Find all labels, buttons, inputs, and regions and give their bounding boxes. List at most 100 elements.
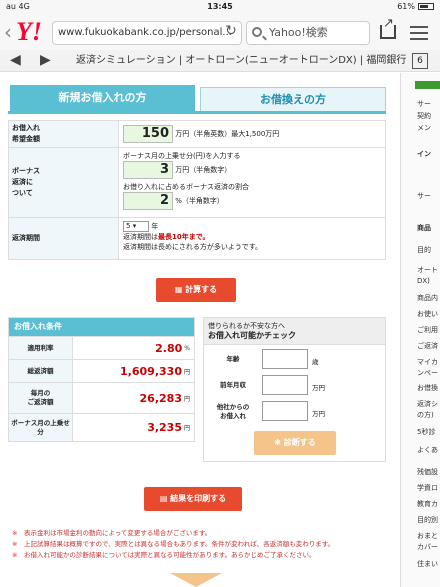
calculate-label: 計算する — [185, 285, 218, 294]
sidebar-item[interactable]: オート — [401, 265, 438, 276]
check-header: 借りられるか不安な方へ お借入れ可能かチェック — [204, 318, 385, 345]
tab-refinance[interactable]: お借換えの方 — [200, 87, 386, 111]
clock: 13:45 — [207, 2, 233, 11]
tabs-button[interactable]: 6 — [412, 53, 428, 69]
result-unit: 円 — [183, 368, 190, 376]
printer-icon: ▤ — [159, 494, 171, 503]
print-button[interactable]: ▤ 結果を印刷する — [144, 487, 242, 511]
bonus-amount-input[interactable]: 3 — [123, 161, 173, 179]
result-value: 3,235 — [147, 421, 182, 434]
tab-underline — [8, 111, 386, 114]
period-select[interactable]: 5 ▾ — [123, 221, 149, 232]
sidebar-item[interactable]: サー — [401, 99, 431, 110]
print-label: 結果を印刷する — [170, 494, 227, 503]
period-label: 返済期間 — [9, 218, 119, 259]
bonus-unit-1: 万円（半角数字） — [175, 166, 232, 174]
tab-new-loan[interactable]: 新規お借入れの方 — [10, 85, 195, 111]
sidebar-item[interactable]: マイカ — [401, 357, 438, 368]
reload-icon[interactable]: ↻ — [222, 20, 240, 42]
age-input[interactable] — [262, 349, 308, 369]
result-value: 2.80 — [155, 341, 183, 355]
nav-back-icon[interactable]: ◀ — [10, 51, 21, 69]
calculate-button[interactable]: ▦ 計算する — [156, 278, 236, 302]
url-bar[interactable]: www.fukuokabank.co.jp/personal... — [52, 21, 242, 45]
period-unit: 年 — [151, 222, 159, 231]
scroll-down-chevron-icon[interactable] — [170, 573, 222, 587]
calculator-icon: ▦ — [174, 285, 186, 294]
search-placeholder: Yahoo!検索 — [269, 26, 328, 39]
sidebar-item[interactable]: 5秒診 — [401, 427, 435, 438]
sidebar-item[interactable]: サー — [401, 191, 431, 202]
sidebar-item[interactable]: の方) — [401, 410, 434, 421]
other-loan-input[interactable] — [262, 401, 308, 421]
amount-unit: 万円（半角英数）最大1,500万円 — [175, 130, 280, 138]
result-unit: % — [184, 344, 190, 352]
bonus-desc-1: ボーナス月の上乗せ分(円)を入力する — [123, 152, 241, 160]
bonus-row: ボーナス 返済に ついて ボーナス月の上乗せ分(円)を入力する 3 万円（半角数… — [9, 148, 385, 218]
diagnose-button[interactable]: ✱ 診断する — [254, 431, 336, 455]
disclaimer-notes: ※ 表示金利は市場金利の動向によって変更する場合がございます。 ※ 上記試算結果… — [12, 528, 392, 561]
battery-percent: 61% — [397, 2, 415, 11]
sidebar-item[interactable]: 学資ロ — [401, 483, 438, 494]
simulation-form: お借入れ 希望金額 150 万円（半角英数）最大1,500万円 ボーナス 返済に… — [8, 120, 386, 260]
period-select-value: 5 — [126, 222, 131, 230]
check-title: お借入れ可能かチェック — [208, 331, 296, 340]
gear-icon: ✱ — [274, 438, 284, 447]
income-label: 前年月収 — [220, 381, 246, 389]
sidebar-item[interactable]: 住まい — [401, 559, 438, 570]
note-line: ※ 上記試算結果は概算ですので、実際とは異なる場合もあります。条件が変われば、各… — [12, 540, 335, 548]
sidebar-item[interactable]: DX) — [401, 276, 430, 287]
result-row: ボーナス月の上乗せ分 3,235 円 — [9, 413, 194, 441]
sidebar-item[interactable]: おまと — [401, 531, 438, 542]
page-title: 返済シミュレーション | オートローン(ニューオートローンDX) | 福岡銀行 — [76, 55, 407, 66]
sidebar-item[interactable]: 返済シ — [401, 399, 438, 410]
sidebar-item[interactable]: ンペー — [401, 368, 438, 379]
sidebar-item[interactable]: 残価設 — [401, 467, 438, 478]
note-line: ※ 表示金利は市場金利の動向によって変更する場合がございます。 — [12, 529, 212, 537]
result-label: 毎月の ご返済額 — [9, 383, 73, 413]
period-row: 返済期間 5 ▾ 年 返済期間は最長10年まで。 返済期間は長めにされる方が多い… — [9, 218, 385, 259]
sidebar-item[interactable]: 目的 — [401, 245, 431, 256]
nav-bar: ◀ ▶ 返済シミュレーション | オートローン(ニューオートローンDX) | 福… — [0, 50, 440, 72]
result-row: 適用利率 2.80% — [9, 336, 194, 359]
yahoo-logo[interactable]: Y! — [16, 18, 42, 46]
menu-icon[interactable] — [410, 26, 428, 44]
sidebar-item[interactable]: お借換 — [401, 383, 438, 394]
sidebar-item[interactable]: ご返済 — [401, 341, 438, 352]
result-label: ボーナス月の上乗せ分 — [9, 414, 73, 441]
sidebar-item[interactable]: メン — [401, 123, 431, 134]
result-unit: 円 — [183, 425, 190, 432]
other-loan-label: 他社からの お借入れ — [216, 403, 250, 420]
back-chevron-icon[interactable]: ‹ — [4, 20, 12, 44]
share-icon[interactable] — [380, 16, 396, 39]
check-subtitle: 借りられるか不安な方へ — [208, 322, 285, 330]
sidebar-item[interactable]: 目的別 — [401, 515, 438, 526]
note-line: ※ お借入れ可能かの診断結果については実際と異なる可能性があります。あらかじめご… — [12, 551, 316, 559]
other-loan-row: 他社からの お借入れ 万円 — [204, 401, 387, 425]
sidebar-item[interactable]: カバー — [401, 542, 438, 553]
sidebar-item[interactable]: ご利用 — [401, 325, 438, 336]
battery: 61% — [397, 0, 434, 14]
search-input[interactable]: Yahoo!検索 — [246, 21, 370, 45]
sidebar-item[interactable]: 商品 — [401, 223, 431, 234]
results-header: お借入れ条件 — [9, 318, 194, 336]
nav-forward-icon[interactable]: ▶ — [40, 51, 51, 69]
sidebar-item[interactable]: 契約 — [401, 111, 431, 122]
income-row: 前年月収 万円 — [204, 375, 387, 399]
sidebar-green-bar — [415, 81, 440, 89]
sidebar-item[interactable]: イン — [401, 149, 431, 160]
result-label: 総返済額 — [9, 360, 73, 382]
result-row: 毎月の ご返済額 26,283 円 — [9, 382, 194, 413]
sidebar-item[interactable]: 教育カ — [401, 499, 438, 510]
income-input[interactable] — [262, 375, 308, 395]
result-label: 適用利率 — [9, 337, 73, 359]
amount-input[interactable]: 150 — [123, 125, 173, 143]
sidebar-item[interactable]: よくあ — [401, 445, 438, 456]
loan-check-panel: 借りられるか不安な方へ お借入れ可能かチェック 年齢 歳 前年月収 万円 他社か… — [203, 317, 386, 462]
result-unit: 円 — [183, 395, 190, 403]
age-row: 年齢 歳 — [204, 349, 387, 373]
diagnose-label: 診断する — [283, 438, 316, 447]
sidebar-item[interactable]: お使い — [401, 309, 438, 320]
sidebar-item[interactable]: 商品内 — [401, 293, 438, 304]
bonus-ratio-input[interactable]: 2 — [123, 192, 173, 210]
